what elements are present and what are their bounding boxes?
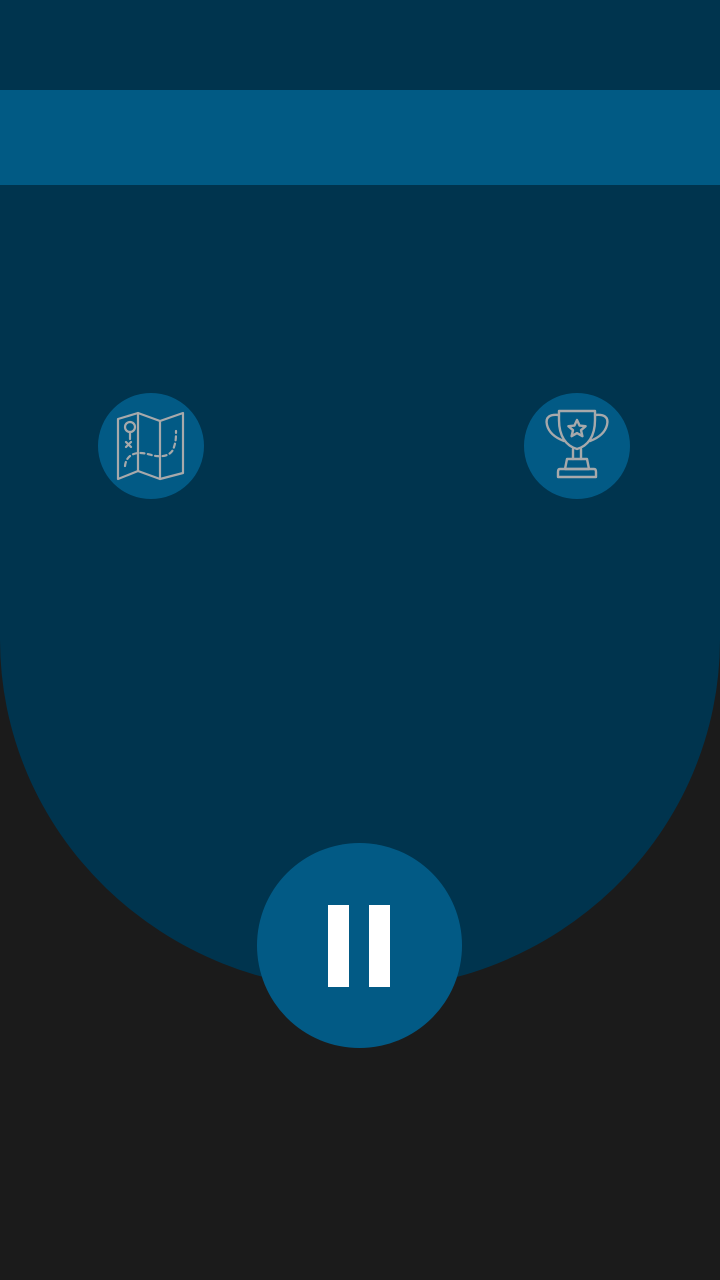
top-banner [0,90,720,185]
trophy-button[interactable] [524,393,630,499]
pause-icon [328,905,349,987]
pause-button[interactable] [257,843,462,1048]
trophy-icon [545,409,609,479]
pause-icon-bar [369,905,390,987]
map-icon [116,411,185,481]
map-button[interactable] [98,393,204,499]
game-screen [0,0,720,1280]
